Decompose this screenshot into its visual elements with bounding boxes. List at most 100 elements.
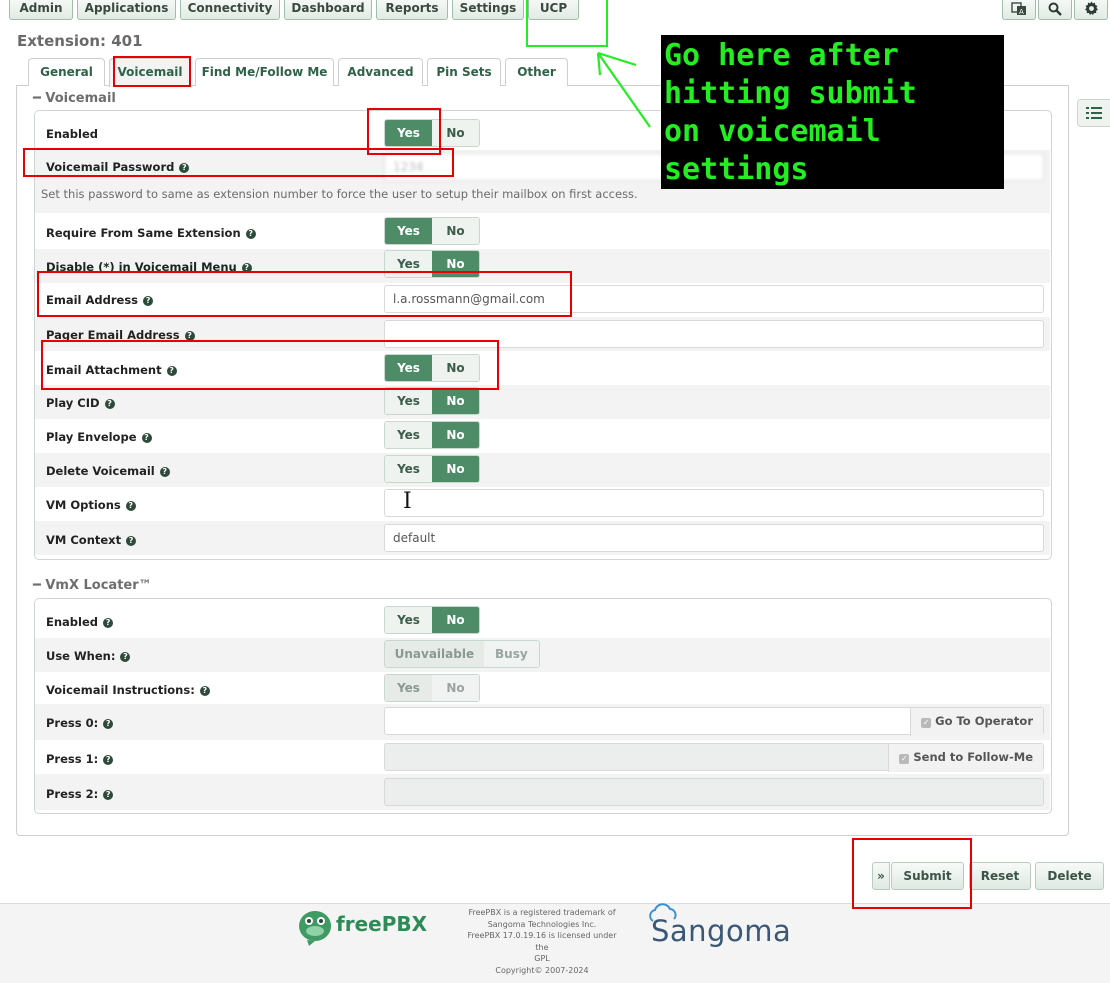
- delete-button[interactable]: Delete: [1035, 862, 1104, 890]
- help-icon[interactable]: ?: [103, 618, 114, 628]
- vmx-instructions-label: Voicemail Instructions:: [46, 683, 195, 697]
- expand-button[interactable]: »: [872, 862, 890, 890]
- vmx-instructions-toggle[interactable]: Yes No: [384, 674, 480, 702]
- tab-pin-sets[interactable]: Pin Sets: [427, 58, 501, 86]
- enabled-toggle[interactable]: Yes No: [384, 119, 480, 147]
- require-same-ext-toggle[interactable]: Yes No: [384, 217, 480, 245]
- enabled-label: Enabled: [46, 127, 99, 141]
- reset-button[interactable]: Reset: [969, 862, 1031, 890]
- language-icon[interactable]: A: [1002, 0, 1036, 20]
- press1-field[interactable]: ✓ Send to Follow-Me: [384, 743, 1044, 772]
- search-icon[interactable]: [1038, 0, 1072, 20]
- help-icon[interactable]: ?: [120, 652, 131, 662]
- help-icon[interactable]: ?: [179, 163, 190, 173]
- use-when-options[interactable]: Unavailable Busy: [384, 640, 540, 668]
- use-when-busy[interactable]: Busy: [483, 641, 539, 667]
- email-attachment-toggle[interactable]: Yes No: [384, 354, 480, 382]
- email-attachment-no[interactable]: No: [432, 355, 479, 381]
- row-delete-voicemail: Delete Voicemail? Yes No: [35, 453, 1050, 487]
- row-vmx-instructions: Voicemail Instructions:? Yes No: [35, 672, 1050, 706]
- require-same-ext-yes[interactable]: Yes: [385, 218, 432, 244]
- help-icon[interactable]: ?: [245, 229, 256, 239]
- section-vmx-title[interactable]: ━ VmX Locater™: [33, 578, 152, 593]
- play-envelope-yes[interactable]: Yes: [385, 422, 432, 448]
- nav-dashboard[interactable]: Dashboard: [284, 0, 372, 20]
- require-same-ext-no[interactable]: No: [432, 218, 479, 244]
- top-nav: Admin Applications Connectivity Dashboar…: [0, 0, 1110, 20]
- go-to-operator-checkbox[interactable]: ✓ Go To Operator: [910, 708, 1043, 736]
- tab-advanced[interactable]: Advanced: [338, 58, 423, 86]
- tab-findme-followme[interactable]: Find Me/Follow Me: [195, 58, 334, 86]
- help-icon[interactable]: ?: [159, 467, 170, 477]
- press2-field[interactable]: [384, 778, 1044, 806]
- play-envelope-toggle[interactable]: Yes No: [384, 421, 480, 449]
- send-to-follow-me-checkbox[interactable]: ✓ Send to Follow-Me: [888, 744, 1043, 772]
- enabled-no[interactable]: No: [432, 120, 479, 146]
- vmx-enabled-yes[interactable]: Yes: [385, 607, 432, 633]
- play-cid-no[interactable]: No: [432, 388, 479, 414]
- submit-button[interactable]: Submit: [891, 862, 964, 890]
- gear-icon[interactable]: [1074, 0, 1108, 20]
- disable-star-no[interactable]: No: [432, 251, 479, 277]
- use-when-unavailable[interactable]: Unavailable: [385, 641, 484, 667]
- tab-voicemail[interactable]: Voicemail: [109, 58, 191, 87]
- play-cid-toggle[interactable]: Yes No: [384, 387, 480, 415]
- footer: freePBX FreePBX is a registered trademar…: [0, 903, 1110, 983]
- play-cid-yes[interactable]: Yes: [385, 388, 432, 414]
- email-field[interactable]: l.a.rossmann@gmail.com: [384, 285, 1044, 313]
- list-icon[interactable]: [1077, 99, 1110, 127]
- disable-star-toggle[interactable]: Yes No: [384, 250, 480, 278]
- footer-line: FreePBX 17.0.19.16 is licensed under the: [467, 931, 617, 952]
- nav-settings[interactable]: Settings: [452, 0, 524, 20]
- nav-connectivity[interactable]: Connectivity: [180, 0, 280, 20]
- vm-options-field[interactable]: [384, 489, 1044, 517]
- footer-line: Sangoma Technologies Inc.: [487, 919, 597, 929]
- tab-general[interactable]: General: [28, 58, 105, 86]
- help-icon[interactable]: ?: [103, 719, 114, 729]
- row-vm-context: VM Context? default: [35, 521, 1050, 555]
- help-icon[interactable]: ?: [104, 399, 115, 409]
- help-icon[interactable]: ?: [241, 263, 252, 273]
- delete-voicemail-label: Delete Voicemail: [46, 464, 155, 478]
- press1-label: Press 1:: [46, 752, 99, 766]
- page-title: Extension: 401: [17, 32, 143, 50]
- help-icon[interactable]: ?: [103, 755, 114, 765]
- delete-voicemail-toggle[interactable]: Yes No: [384, 455, 480, 483]
- delete-voicemail-no[interactable]: No: [432, 456, 479, 482]
- nav-admin[interactable]: Admin: [9, 0, 73, 20]
- row-play-cid: Play CID? Yes No: [35, 385, 1050, 419]
- help-icon[interactable]: ?: [141, 433, 152, 443]
- help-icon[interactable]: ?: [143, 296, 154, 306]
- row-vm-options: VM Options? I: [35, 487, 1050, 521]
- svg-text:A: A: [1019, 8, 1024, 16]
- help-icon[interactable]: ?: [166, 366, 177, 376]
- delete-voicemail-yes[interactable]: Yes: [385, 456, 432, 482]
- disable-star-label: Disable (*) in Voicemail Menu: [46, 260, 237, 274]
- vmx-enabled-toggle[interactable]: Yes No: [384, 606, 480, 634]
- disable-star-yes[interactable]: Yes: [385, 251, 432, 277]
- vmx-instructions-no[interactable]: No: [432, 675, 479, 701]
- row-press0: Press 0:? ✓ Go To Operator: [35, 704, 1050, 740]
- row-play-envelope: Play Envelope? Yes No: [35, 419, 1050, 453]
- nav-reports[interactable]: Reports: [376, 0, 448, 20]
- pager-email-field[interactable]: [384, 320, 1044, 348]
- help-icon[interactable]: ?: [125, 501, 136, 511]
- vmx-instructions-yes[interactable]: Yes: [385, 675, 432, 701]
- enabled-yes[interactable]: Yes: [385, 120, 432, 146]
- nav-ucp[interactable]: UCP: [528, 0, 579, 20]
- help-icon[interactable]: ?: [184, 331, 195, 341]
- vm-context-field[interactable]: default: [384, 524, 1044, 552]
- play-envelope-label: Play Envelope: [46, 430, 137, 444]
- help-icon[interactable]: ?: [126, 536, 137, 546]
- play-cid-label: Play CID: [46, 396, 100, 410]
- tab-other[interactable]: Other: [505, 58, 568, 86]
- nav-applications[interactable]: Applications: [77, 0, 176, 20]
- vm-context-label: VM Context: [46, 533, 122, 547]
- help-icon[interactable]: ?: [103, 790, 114, 800]
- help-icon[interactable]: ?: [199, 686, 210, 696]
- section-voicemail-title[interactable]: ━ Voicemail: [33, 91, 116, 106]
- press0-field[interactable]: ✓ Go To Operator: [384, 707, 1044, 736]
- play-envelope-no[interactable]: No: [432, 422, 479, 448]
- vmx-enabled-no[interactable]: No: [432, 607, 479, 633]
- email-attachment-yes[interactable]: Yes: [385, 355, 432, 381]
